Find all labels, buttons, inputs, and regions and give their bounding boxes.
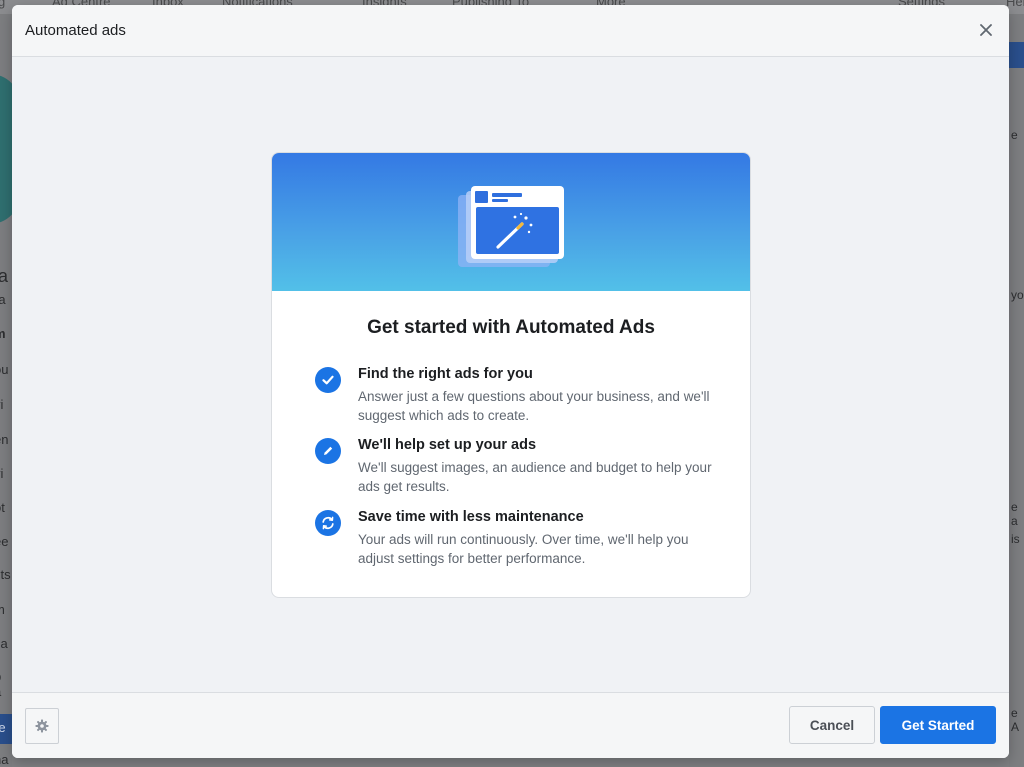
background-text-fragment: p a bbox=[0, 669, 12, 699]
background-text-fragment: is bbox=[1011, 532, 1020, 546]
background-text-fragment: ee bbox=[0, 534, 9, 549]
automated-ads-dialog: Automated ads Get started with Automated… bbox=[12, 5, 1009, 758]
background-text-fragment: en bbox=[0, 432, 9, 447]
refresh-icon bbox=[315, 510, 341, 536]
cancel-button[interactable]: Cancel bbox=[789, 706, 875, 744]
card-banner bbox=[272, 153, 750, 291]
background-text-fragment: vi bbox=[0, 466, 4, 481]
background-blue-button bbox=[1009, 42, 1024, 68]
background-text-fragment: ra bbox=[0, 292, 6, 307]
dialog-title: Automated ads bbox=[25, 22, 126, 39]
background-text-fragment: sts bbox=[0, 567, 11, 582]
background-text-fragment: a bbox=[0, 266, 9, 286]
background-text-fragment: e bbox=[1011, 128, 1018, 142]
feature-description: Answer just a few questions about your b… bbox=[358, 389, 710, 423]
intro-card: Get started with Automated Ads Find the … bbox=[271, 152, 751, 598]
card-heading: Get started with Automated Ads bbox=[367, 317, 655, 338]
background-text-fragment: m bbox=[0, 326, 6, 341]
background-text-fragment: ou bbox=[0, 362, 9, 377]
background-text-fragment: e A bbox=[1011, 706, 1020, 734]
check-icon bbox=[315, 367, 341, 393]
background-nav-fragment: g bbox=[0, 0, 6, 9]
settings-button[interactable] bbox=[25, 708, 59, 744]
background-text-fragment: ot bbox=[0, 500, 5, 515]
background-avatar bbox=[0, 74, 12, 224]
feature-description: Your ads will run continuously. Over tim… bbox=[358, 532, 689, 566]
close-icon bbox=[980, 24, 992, 36]
magic-wand-window-illustration bbox=[458, 186, 564, 267]
dialog-footer: Cancel Get Started bbox=[12, 692, 1009, 758]
background-text-fragment: re bbox=[0, 720, 6, 735]
dialog-body: Get started with Automated Ads Find the … bbox=[12, 57, 1009, 692]
background-text-fragment: you bbox=[1011, 288, 1024, 302]
feature-title: Find the right ads for you bbox=[358, 366, 533, 382]
feature-title: We'll help set up your ads bbox=[358, 437, 537, 453]
background-text-fragment: vi bbox=[0, 397, 4, 412]
background-text-fragment: ca bbox=[0, 636, 8, 651]
pencil-icon bbox=[315, 438, 341, 464]
background-right-panel: e you e a is e A bbox=[1009, 14, 1024, 767]
background-text-fragment: m bbox=[0, 602, 5, 617]
background-left-panel: a ra m ou vi en vi ot ee sts m ca p a re… bbox=[0, 14, 12, 767]
close-button[interactable] bbox=[973, 17, 999, 43]
gear-icon bbox=[35, 719, 49, 733]
background-text-fragment: e a bbox=[1011, 500, 1018, 528]
feature-description: We'll suggest images, an audience and bu… bbox=[358, 460, 712, 494]
dialog-header: Automated ads bbox=[12, 5, 1009, 57]
get-started-button[interactable]: Get Started bbox=[880, 706, 996, 744]
feature-title: Save time with less maintenance bbox=[358, 509, 584, 525]
background-text-fragment: na bbox=[0, 752, 9, 767]
